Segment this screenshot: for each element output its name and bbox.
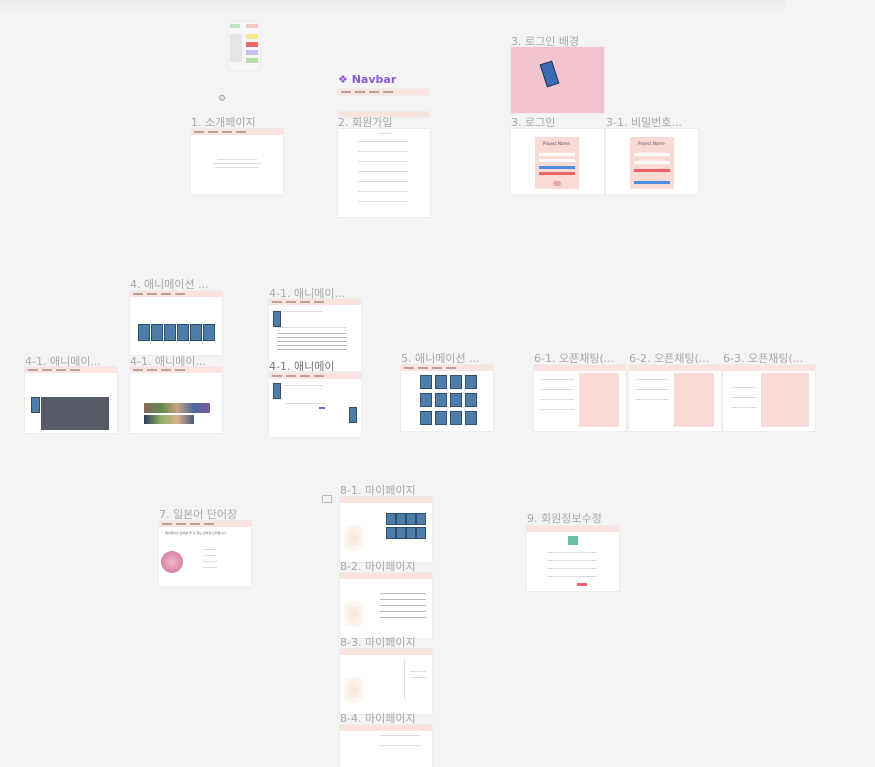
frame-mypage2[interactable] xyxy=(340,573,432,638)
frame-label-password[interactable]: 3-1. 비밀번호... xyxy=(606,114,682,130)
small-frame-icon[interactable] xyxy=(322,495,332,503)
password-project-name: Project Name xyxy=(638,141,665,146)
frame-login-bg[interactable] xyxy=(511,47,604,113)
frame-label-signup[interactable]: 2. 회원가입 xyxy=(338,114,392,130)
frame-mypage1[interactable] xyxy=(340,497,432,562)
frame-anim5[interactable] xyxy=(401,365,493,431)
frame-label-anim5[interactable]: 5. 애니메이션 ... xyxy=(401,350,480,366)
component-diamond-icon: ❖ xyxy=(338,73,348,86)
profile-avatar xyxy=(568,536,578,545)
frame-label-vocab[interactable]: 7. 일본어 단어장 xyxy=(159,506,237,522)
frame-label-chat61[interactable]: 6-1. 오픈채팅(... xyxy=(534,350,614,366)
frame-label-mypage2[interactable]: 8-2. 마이페이지 xyxy=(340,558,416,574)
frame-chat63[interactable] xyxy=(723,365,815,431)
frame-mypage4[interactable] xyxy=(340,725,432,767)
frame-chat61[interactable] xyxy=(534,365,626,431)
frame-vocab[interactable]: 애니메이션 단어를 볼 수 있는 단어장 단어입니다 xyxy=(159,521,251,586)
frame-label-anim[interactable]: 4. 애니메이션 ... xyxy=(130,276,209,292)
frame-signup[interactable] xyxy=(338,129,430,217)
frame-label-mypage1[interactable]: 8-1. 마이페이지 xyxy=(340,482,416,498)
frame-anim[interactable] xyxy=(130,291,222,355)
frame-label-chat63[interactable]: 6-3. 오픈채팅(... xyxy=(723,350,803,366)
login-bg-sticker-image xyxy=(539,60,560,88)
frame-mypage3[interactable] xyxy=(340,649,432,714)
navbar-component-title[interactable]: ❖ Navbar xyxy=(338,73,396,86)
frame-label-mypage4[interactable]: 8-4. 마이페이지 xyxy=(340,710,416,726)
component-icon[interactable]: ⚙ xyxy=(218,94,226,104)
frame-chat62[interactable] xyxy=(629,365,721,431)
vocab-character-image xyxy=(161,551,183,573)
frame-password[interactable]: Project Name xyxy=(606,129,698,194)
frame-label-anim-41d[interactable]: 4-1. 애니메이 xyxy=(269,358,334,374)
frame-intro[interactable] xyxy=(191,129,283,194)
frame-login[interactable]: Project Name xyxy=(511,129,604,194)
vocab-heading: 애니메이션 단어를 볼 수 있는 단어장 단어입니다 xyxy=(165,531,226,535)
style-palette-frame[interactable] xyxy=(228,22,260,70)
frame-label-chat62[interactable]: 6-2. 오픈채팅(... xyxy=(629,350,709,366)
frame-anim-41c[interactable] xyxy=(130,367,222,433)
login-project-name: Project Name xyxy=(543,141,570,146)
navbar-component[interactable] xyxy=(338,89,429,95)
canvas-top-shadow xyxy=(0,0,785,14)
frame-anim-41b[interactable] xyxy=(25,367,117,433)
frame-anim-41d[interactable] xyxy=(269,373,361,437)
frame-profile[interactable] xyxy=(527,526,619,591)
frame-label-login[interactable]: 3. 로그인 xyxy=(511,114,555,130)
frame-label-intro[interactable]: 1. 소개페이지 xyxy=(191,114,256,130)
frame-label-profile[interactable]: 9. 회원정보수정 xyxy=(527,510,602,526)
frame-label-mypage3[interactable]: 8-3. 마이페이지 xyxy=(340,634,416,650)
